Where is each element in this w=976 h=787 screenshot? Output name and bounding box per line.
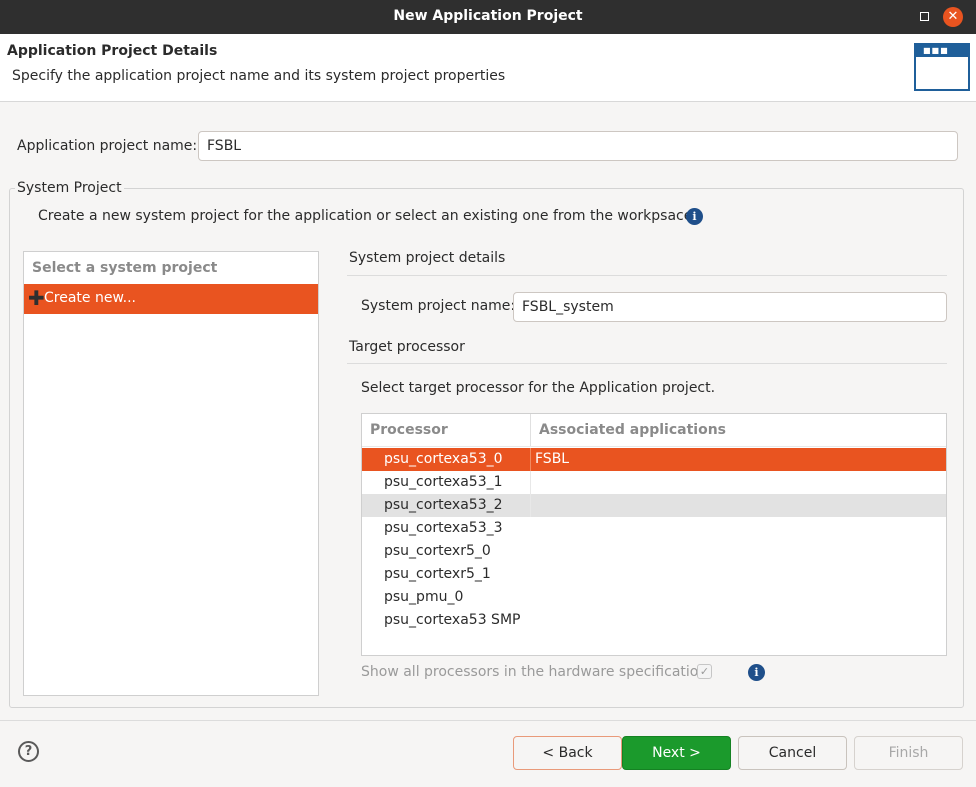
divider (347, 363, 947, 364)
page-title: Application Project Details (7, 43, 218, 59)
system-project-list: Select a system project ✚ Create new... (23, 251, 319, 696)
column-header-processor[interactable]: Processor (370, 422, 448, 438)
app-project-name-label: Application project name: (17, 138, 198, 154)
wizard-header: Application Project Details Specify the … (0, 34, 976, 102)
help-icon[interactable]: ? (18, 741, 39, 762)
title-bar: New Application Project ✕ (0, 0, 976, 34)
target-processor-title: Target processor (349, 339, 465, 355)
processor-table: Processor Associated applications psu_co… (361, 413, 947, 656)
page-description: Specify the application project name and… (12, 68, 506, 84)
processor-cell: psu_cortexr5_1 (384, 566, 491, 582)
processor-cell: psu_pmu_0 (384, 589, 464, 605)
back-button[interactable]: < Back (513, 736, 622, 770)
cancel-button[interactable]: Cancel (738, 736, 847, 770)
table-row[interactable]: psu_cortexa53_3 (362, 517, 946, 540)
app-project-name-input[interactable]: FSBL (198, 131, 958, 161)
application-cell: FSBL (535, 451, 570, 467)
system-project-description: Create a new system project for the appl… (38, 208, 693, 224)
table-row[interactable]: psu_cortexr5_0 (362, 540, 946, 563)
table-row[interactable]: psu_cortexa53_1 (362, 471, 946, 494)
finish-button[interactable]: Finish (854, 736, 963, 770)
processor-cell: psu_cortexa53_0 (384, 451, 503, 467)
create-new-label: Create new... (44, 290, 136, 306)
processor-cell: psu_cortexa53_2 (384, 497, 503, 513)
maximize-button[interactable] (914, 7, 934, 27)
show-all-processors-checkbox[interactable]: ✓ (697, 664, 712, 679)
system-project-details-title: System project details (349, 250, 506, 266)
table-row[interactable]: psu_cortexa53_2 (362, 494, 946, 517)
table-row[interactable]: psu_cortexa53_0 FSBL (362, 448, 946, 471)
wizard-window-icon: ■■■ (914, 43, 970, 91)
maximize-icon (919, 12, 929, 21)
table-row[interactable]: psu_pmu_0 (362, 586, 946, 609)
divider (347, 275, 947, 276)
processor-cell: psu_cortexa53_3 (384, 520, 503, 536)
info-icon[interactable]: i (686, 208, 703, 225)
system-project-group-title: System Project (15, 180, 124, 196)
column-header-associated-applications[interactable]: Associated applications (539, 422, 726, 438)
divider (0, 720, 976, 721)
show-all-processors-label: Show all processors in the hardware spec… (361, 664, 708, 680)
create-new-item[interactable]: ✚ Create new... (24, 284, 318, 314)
table-row[interactable]: psu_cortexr5_1 (362, 563, 946, 586)
system-project-name-label: System project name: (361, 298, 516, 314)
processor-cell: psu_cortexa53_1 (384, 474, 503, 490)
system-project-name-input[interactable]: FSBL_system (513, 292, 947, 322)
next-button[interactable]: Next > (622, 736, 731, 770)
window-title: New Application Project (393, 8, 583, 24)
table-row[interactable]: psu_cortexa53 SMP (362, 609, 946, 632)
plus-icon: ✚ (28, 286, 45, 310)
target-processor-description: Select target processor for the Applicat… (361, 380, 716, 396)
close-button[interactable]: ✕ (943, 7, 963, 27)
processor-cell: psu_cortexa53 SMP (384, 612, 521, 628)
processor-cell: psu_cortexr5_0 (384, 543, 491, 559)
list-header: Select a system project (32, 260, 218, 276)
info-icon[interactable]: i (748, 664, 765, 681)
